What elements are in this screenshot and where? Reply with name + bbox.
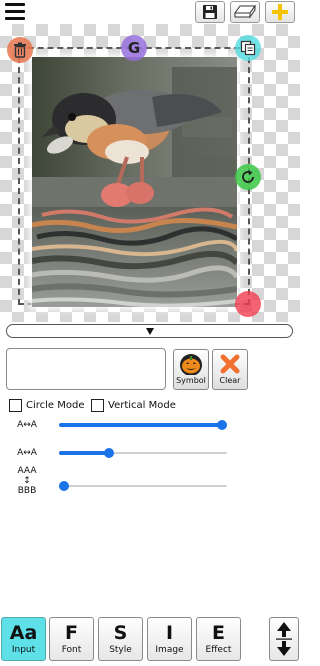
tab-style-icon: S: [113, 622, 128, 644]
tab-effect-label: Effect: [205, 645, 232, 655]
collapse-toggle[interactable]: [6, 324, 293, 338]
tab-effect-icon: E: [212, 622, 225, 644]
tab-image-icon: I: [165, 622, 174, 644]
delete-handle[interactable]: [7, 37, 33, 63]
bird-photo[interactable]: [32, 57, 237, 307]
app-root: G Symbol Clear Circle Mode Vertical Mode…: [0, 0, 300, 666]
add-button[interactable]: [265, 1, 295, 23]
tab-font[interactable]: F Font: [49, 617, 94, 661]
trash-icon: [14, 42, 26, 58]
symbol-button[interactable]: Symbol: [173, 349, 209, 390]
floppy-disk-icon: [203, 5, 217, 19]
letter-spacing-slider[interactable]: [59, 448, 227, 458]
copy-handle[interactable]: [235, 35, 261, 61]
char-spacing-label: A↔A: [17, 420, 37, 430]
clear-button[interactable]: Clear: [212, 349, 248, 390]
triangle-down-icon: [145, 327, 154, 335]
tab-input-icon: Aa: [9, 622, 38, 644]
vertical-mode-option[interactable]: Vertical Mode: [91, 398, 176, 412]
copy-icon: [240, 40, 256, 56]
line-spacing-label: AAA ↕ BBB: [10, 466, 44, 496]
text-input[interactable]: [6, 348, 166, 390]
vertical-mode-checkbox[interactable]: [91, 398, 104, 412]
slider-thumb[interactable]: [104, 448, 115, 458]
group-handle[interactable]: G: [121, 35, 147, 61]
scale-handle[interactable]: [235, 291, 261, 317]
tab-effect[interactable]: E Effect: [196, 617, 241, 661]
up-down-arrows-icon: [276, 622, 292, 656]
tab-image[interactable]: I Image: [147, 617, 192, 661]
line-spacing-slider[interactable]: [59, 481, 227, 491]
rotate-icon: [242, 170, 254, 183]
eraser-button[interactable]: [230, 1, 260, 23]
group-handle-label: G: [127, 39, 141, 57]
slider-thumb[interactable]: [217, 420, 227, 430]
pumpkin-icon: [180, 354, 202, 375]
close-x-icon: [220, 354, 240, 374]
swap-panel-button[interactable]: [269, 617, 299, 661]
slider-thumb[interactable]: [59, 481, 69, 491]
tab-image-label: Image: [155, 645, 184, 655]
tab-font-label: Font: [61, 645, 82, 655]
clear-button-label: Clear: [219, 376, 241, 385]
circle-mode-option[interactable]: Circle Mode: [9, 398, 85, 412]
plus-icon: [272, 4, 288, 20]
tab-font-icon: F: [65, 622, 78, 644]
char-spacing-slider[interactable]: [59, 420, 227, 430]
line-spacing-label-bottom: BBB: [17, 486, 37, 496]
tab-input-label: Input: [11, 645, 36, 655]
editor-canvas[interactable]: G: [0, 24, 300, 322]
save-button[interactable]: [195, 1, 225, 23]
hamburger-icon[interactable]: [5, 3, 25, 21]
circle-mode-checkbox[interactable]: [9, 398, 22, 412]
top-toolbar: [0, 0, 300, 24]
circle-mode-label: Circle Mode: [26, 399, 85, 411]
tab-style[interactable]: S Style: [98, 617, 143, 661]
symbol-button-label: Symbol: [176, 376, 206, 385]
vertical-mode-label: Vertical Mode: [108, 399, 176, 411]
bottom-tab-bar: Aa Input F Font S Style I Image E Effect: [0, 617, 300, 666]
line-spacing-label-top: AAA: [17, 466, 37, 476]
eraser-icon: [234, 5, 256, 19]
line-spacing-label-mid: ↕: [23, 476, 31, 486]
letter-spacing-label: A↔A: [17, 448, 37, 458]
tab-input[interactable]: Aa Input: [1, 617, 46, 661]
tab-style-label: Style: [109, 645, 132, 655]
rotate-handle[interactable]: [235, 164, 261, 190]
